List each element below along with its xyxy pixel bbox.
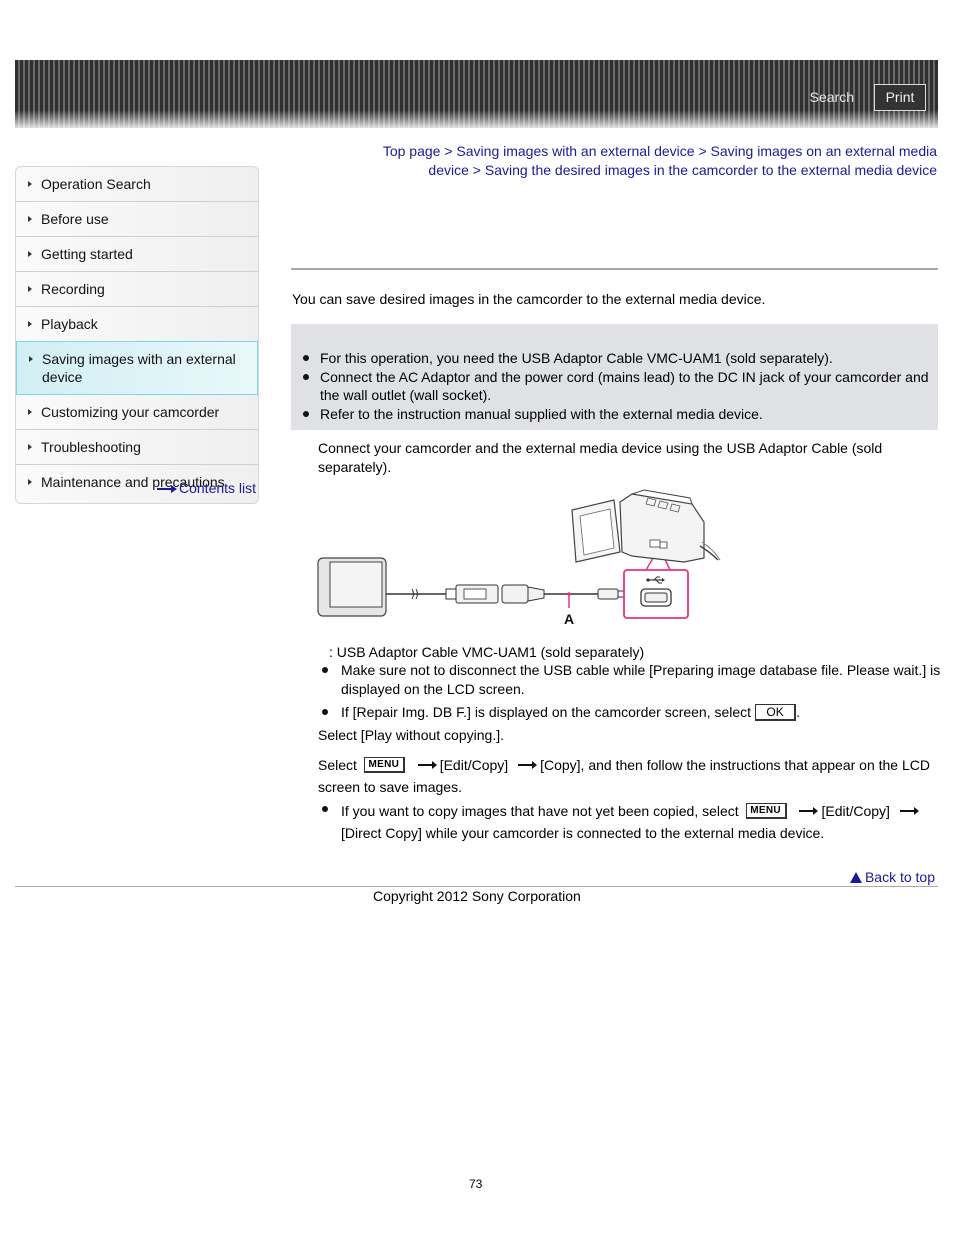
- step-3-note: If you want to copy images that have not…: [322, 800, 941, 844]
- triangle-up-icon: [849, 872, 862, 883]
- sidebar-item-getting-started[interactable]: Getting started: [16, 237, 258, 272]
- breadcrumb-saving-external-device[interactable]: Saving images with an external device: [456, 143, 694, 159]
- breadcrumb-separator: >: [444, 143, 453, 159]
- back-to-top-label: Back to top: [864, 869, 935, 885]
- sidebar-item-label: Getting started: [41, 246, 133, 262]
- sidebar-item-label: Playback: [41, 316, 98, 332]
- step-3-note-prefix: If you want to copy images that have not…: [341, 803, 739, 819]
- sidebar-item-troubleshooting[interactable]: Troubleshooting: [16, 430, 258, 465]
- title-divider: [291, 268, 938, 270]
- note-text: If [Repair Img. DB F.] is displayed on t…: [341, 704, 752, 720]
- intro-text: You can save desired images in the camco…: [292, 291, 766, 307]
- arrow-right-icon: [157, 485, 177, 494]
- menu-button-icon: MENU: [363, 757, 405, 773]
- sidebar-nav: Operation Search Before use Getting star…: [15, 166, 259, 504]
- footer-divider: [15, 886, 938, 887]
- sidebar-item-customizing[interactable]: Customizing your camcorder: [16, 395, 258, 430]
- sidebar-item-before-use[interactable]: Before use: [16, 202, 258, 237]
- sidebar-item-recording[interactable]: Recording: [16, 272, 258, 307]
- sidebar-item-label: Troubleshooting: [41, 439, 141, 455]
- triangle-right-icon: [28, 444, 32, 450]
- step-2-text: Select [Play without copying.].: [318, 727, 504, 743]
- sidebar-item-operation-search[interactable]: Operation Search: [16, 167, 258, 202]
- print-button[interactable]: Print: [874, 84, 926, 111]
- step-3-edit-copy: [Edit/Copy]: [439, 757, 509, 773]
- camcorder-illustration: [571, 489, 721, 563]
- triangle-right-icon: [28, 321, 32, 327]
- bullet-icon: [322, 806, 328, 812]
- arrow-right-icon: [799, 807, 819, 815]
- label-a: A: [564, 611, 574, 627]
- breadcrumb: Top page > Saving images with an externa…: [372, 142, 937, 180]
- header-bar: Search Print: [15, 60, 938, 128]
- arrow-right-icon: [417, 761, 437, 769]
- note-box: For this operation, you need the USB Ada…: [291, 324, 938, 430]
- triangle-right-icon: [28, 251, 32, 257]
- bullet-icon: [303, 373, 309, 380]
- breadcrumb-separator: >: [472, 162, 481, 178]
- search-link[interactable]: Search: [810, 89, 854, 105]
- external-media-device-illustration: [317, 557, 387, 617]
- contents-list-label: Contents list: [179, 480, 257, 496]
- step-3-prefix: Select: [318, 757, 357, 773]
- bullet-icon: [303, 410, 309, 417]
- triangle-right-icon: [29, 356, 33, 362]
- sidebar-item-playback[interactable]: Playback: [16, 307, 258, 342]
- triangle-right-icon: [28, 479, 32, 485]
- back-to-top-link[interactable]: Back to top: [849, 869, 935, 885]
- label-a-dot: [567, 592, 571, 596]
- sidebar-item-label: Operation Search: [41, 176, 151, 192]
- bullet-icon: [322, 709, 328, 715]
- sidebar-item-saving-images[interactable]: Saving images with an external device: [16, 341, 258, 395]
- connection-diagram: A: [317, 489, 721, 627]
- usb-port-callout: [623, 552, 689, 619]
- breadcrumb-top-page[interactable]: Top page: [383, 143, 441, 159]
- step-3-copy: [Copy], and then follow the instructions…: [318, 757, 930, 795]
- usb-cable-illustration: [386, 584, 625, 604]
- breadcrumb-current-page[interactable]: Saving the desired images in the camcord…: [485, 162, 937, 178]
- step-3-note-edit-copy: [Edit/Copy]: [821, 803, 890, 819]
- step-1-notes: Make sure not to disconnect the USB cabl…: [322, 661, 942, 726]
- sidebar-item-label: Customizing your camcorder: [41, 404, 220, 420]
- page-number: 73: [469, 1177, 483, 1191]
- contents-list-link[interactable]: Contents list: [157, 480, 256, 496]
- note-item: Refer to the instruction manual supplied…: [303, 405, 931, 424]
- triangle-right-icon: [28, 216, 32, 222]
- note-text: Refer to the instruction manual supplied…: [320, 405, 763, 422]
- note-list: For this operation, you need the USB Ada…: [303, 349, 931, 423]
- note-text: Connect the AC Adaptor and the power cor…: [320, 368, 929, 404]
- arrow-right-icon: [518, 761, 538, 769]
- note-item: Make sure not to disconnect the USB cabl…: [322, 661, 942, 699]
- step-3-text: Select MENU [Edit/Copy] [Copy], and then…: [318, 754, 933, 798]
- step-3-note-direct-copy: [Direct Copy] while your camcorder is co…: [341, 825, 825, 841]
- arrow-right-icon: [899, 807, 919, 815]
- triangle-right-icon: [28, 409, 32, 415]
- triangle-right-icon: [28, 286, 32, 292]
- breadcrumb-separator: >: [698, 143, 707, 159]
- note-item: If [Repair Img. DB F.] is displayed on t…: [322, 703, 942, 722]
- copyright-text: Copyright 2012 Sony Corporation: [373, 888, 581, 904]
- menu-button-icon: MENU: [745, 803, 787, 819]
- note-text: Make sure not to disconnect the USB cabl…: [341, 662, 941, 697]
- legend-a-text: : USB Adaptor Cable VMC-UAM1 (sold separ…: [329, 644, 645, 660]
- step-1-text: Connect your camcorder and the external …: [318, 440, 883, 475]
- note-item: For this operation, you need the USB Ada…: [303, 349, 931, 368]
- bullet-icon: [322, 667, 328, 673]
- bullet-icon: [303, 355, 309, 361]
- sidebar-item-label: Saving images with an external device: [42, 351, 236, 385]
- note-item: Connect the AC Adaptor and the power cor…: [303, 368, 931, 405]
- note-text: For this operation, you need the USB Ada…: [320, 350, 833, 366]
- ok-button-icon: OK: [755, 704, 797, 721]
- sidebar-item-label: Recording: [41, 281, 105, 297]
- triangle-right-icon: [28, 181, 32, 187]
- sidebar-item-label: Before use: [41, 211, 109, 227]
